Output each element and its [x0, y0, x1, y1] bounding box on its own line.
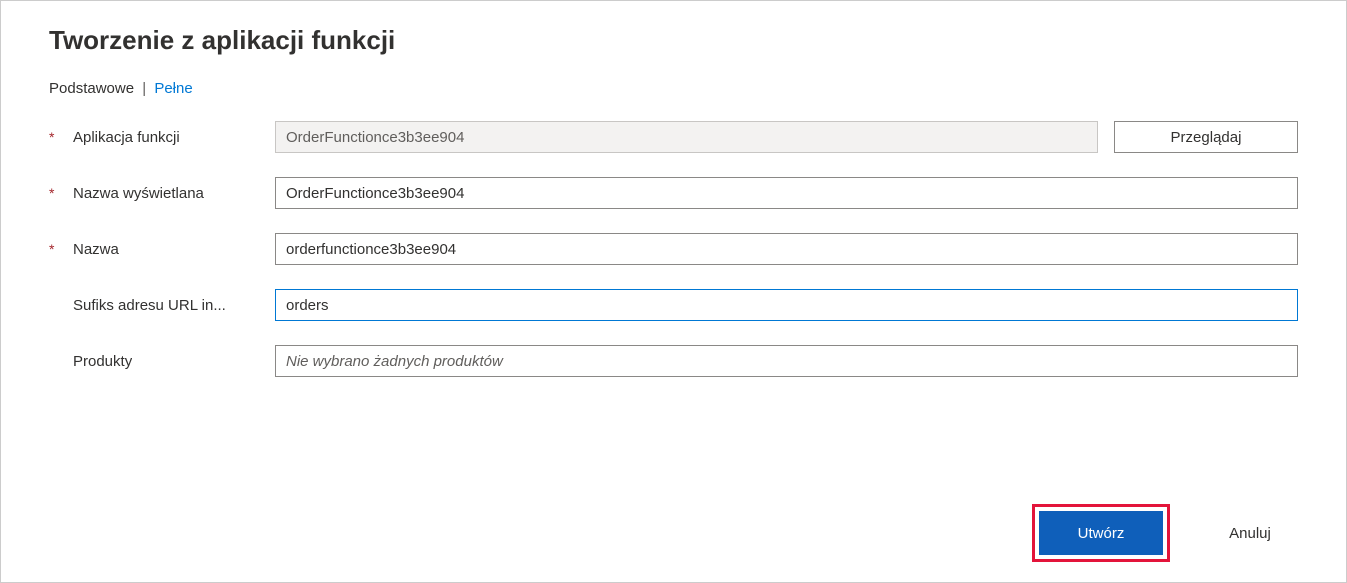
function-app-input[interactable]	[275, 121, 1098, 153]
required-indicator: *	[49, 129, 73, 145]
label-function-app: Aplikacja funkcji	[73, 129, 180, 146]
footer-actions: Utwórz Anuluj	[1032, 504, 1310, 562]
browse-button[interactable]: Przeglądaj	[1114, 121, 1298, 153]
create-button[interactable]: Utwórz	[1039, 511, 1163, 555]
row-name: * Nazwa	[49, 233, 1298, 265]
required-indicator: *	[49, 241, 73, 257]
url-suffix-input[interactable]	[275, 289, 1298, 321]
label-name: Nazwa	[73, 241, 119, 258]
label-url-suffix: Sufiks adresu URL in...	[73, 297, 226, 314]
tab-separator: |	[142, 80, 146, 97]
create-button-highlight: Utwórz	[1032, 504, 1170, 562]
row-products: Produkty	[49, 345, 1298, 377]
products-input[interactable]	[275, 345, 1298, 377]
cancel-button[interactable]: Anuluj	[1190, 511, 1310, 555]
row-url-suffix: Sufiks adresu URL in...	[49, 289, 1298, 321]
label-display-name: Nazwa wyświetlana	[73, 185, 204, 202]
tab-full[interactable]: Pełne	[154, 80, 192, 97]
tab-basic[interactable]: Podstawowe	[49, 80, 134, 97]
row-function-app: * Aplikacja funkcji Przeglądaj	[49, 121, 1298, 153]
create-from-function-app-panel: Tworzenie z aplikacji funkcji Podstawowe…	[0, 0, 1347, 583]
label-products: Produkty	[73, 353, 132, 370]
page-title: Tworzenie z aplikacji funkcji	[49, 25, 1298, 56]
display-name-input[interactable]	[275, 177, 1298, 209]
form: * Aplikacja funkcji Przeglądaj * Nazwa w…	[49, 121, 1298, 377]
name-input[interactable]	[275, 233, 1298, 265]
view-tabs: Podstawowe | Pełne	[49, 80, 1298, 97]
row-display-name: * Nazwa wyświetlana	[49, 177, 1298, 209]
required-indicator: *	[49, 185, 73, 201]
